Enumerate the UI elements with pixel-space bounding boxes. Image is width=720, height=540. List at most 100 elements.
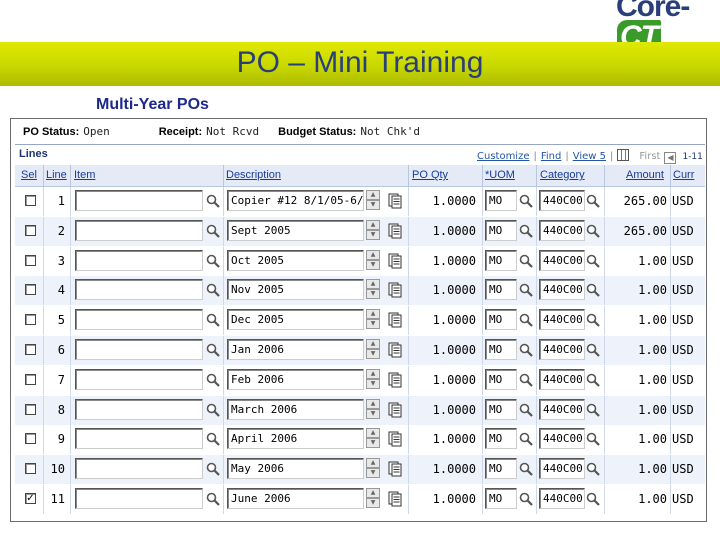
spinner-icon[interactable]: ▲ ▼ (366, 368, 380, 390)
document-icon[interactable] (388, 282, 402, 298)
description-input[interactable]: Dec 2005 (227, 309, 364, 331)
description-input[interactable]: April 2006 (227, 428, 364, 450)
category-input[interactable]: 440C00 (539, 368, 585, 390)
spinner-icon[interactable]: ▲ ▼ (366, 279, 380, 300)
item-input[interactable] (75, 398, 203, 420)
magnifier-icon[interactable] (519, 431, 533, 447)
magnifier-icon[interactable] (586, 282, 600, 298)
col-item[interactable]: Item (74, 169, 95, 181)
item-input[interactable] (75, 219, 203, 241)
magnifier-icon[interactable] (206, 282, 220, 298)
magnifier-icon[interactable] (586, 461, 600, 476)
uom-input[interactable]: MO (485, 339, 517, 360)
item-input[interactable] (75, 249, 203, 271)
magnifier-icon[interactable] (586, 372, 600, 387)
item-input[interactable] (75, 488, 203, 509)
uom-input[interactable]: MO (485, 190, 517, 211)
spinner-icon[interactable]: ▲ ▼ (366, 219, 380, 241)
category-input[interactable]: 440C00 (539, 428, 585, 450)
document-icon[interactable] (388, 253, 402, 269)
magnifier-icon[interactable] (206, 342, 220, 357)
uom-input[interactable]: MO (485, 279, 517, 301)
category-input[interactable]: 440C00 (539, 488, 585, 509)
magnifier-icon[interactable] (519, 461, 533, 476)
magnifier-icon[interactable] (586, 431, 600, 447)
document-icon[interactable] (388, 461, 402, 477)
magnifier-icon[interactable] (519, 402, 533, 417)
magnifier-icon[interactable] (586, 491, 600, 506)
uom-input[interactable]: MO (485, 309, 517, 331)
description-input[interactable]: Jan 2006 (227, 339, 364, 360)
magnifier-icon[interactable] (519, 312, 533, 327)
magnifier-icon[interactable] (586, 312, 600, 327)
description-input[interactable]: Copier #12 8/1/05-6/1/07 (227, 190, 364, 211)
item-input[interactable] (75, 458, 203, 480)
view-link[interactable]: View 5 (573, 151, 606, 162)
uom-input[interactable]: MO (485, 458, 517, 480)
uom-input[interactable]: MO (485, 488, 517, 509)
description-input[interactable]: Feb 2006 (227, 368, 364, 390)
magnifier-icon[interactable] (519, 223, 533, 238)
magnifier-icon[interactable] (586, 402, 600, 417)
description-input[interactable]: Nov 2005 (227, 279, 364, 301)
spinner-icon[interactable]: ▲ ▼ (366, 398, 380, 420)
category-input[interactable]: 440C00 (539, 339, 585, 360)
document-icon[interactable] (388, 342, 402, 358)
magnifier-icon[interactable] (586, 193, 600, 208)
item-input[interactable] (75, 309, 203, 331)
magnifier-icon[interactable] (206, 461, 220, 476)
magnifier-icon[interactable] (206, 253, 220, 268)
document-icon[interactable] (388, 193, 402, 209)
magnifier-icon[interactable] (206, 193, 220, 208)
magnifier-icon[interactable] (586, 253, 600, 268)
uom-input[interactable]: MO (485, 368, 517, 390)
magnifier-icon[interactable] (206, 491, 220, 506)
description-input[interactable]: Sept 2005 (227, 219, 364, 241)
item-input[interactable] (75, 368, 203, 390)
document-icon[interactable] (388, 312, 402, 328)
first-link[interactable]: First (639, 151, 660, 162)
category-input[interactable]: 440C00 (539, 398, 585, 420)
category-input[interactable]: 440C00 (539, 458, 585, 480)
col-category[interactable]: Category (540, 169, 585, 181)
grid-view-icon[interactable] (617, 149, 630, 161)
magnifier-icon[interactable] (519, 372, 533, 387)
magnifier-icon[interactable] (519, 491, 533, 506)
magnifier-icon[interactable] (519, 193, 533, 208)
spinner-icon[interactable]: ▲ ▼ (366, 309, 380, 330)
col-po-qty[interactable]: PO Qty (412, 169, 448, 181)
spinner-icon[interactable]: ▲ ▼ (366, 488, 380, 509)
description-input[interactable]: June 2006 (227, 488, 364, 509)
col-uom[interactable]: *UOM (485, 169, 515, 181)
find-link[interactable]: Find (541, 151, 562, 162)
category-input[interactable]: 440C00 (539, 309, 585, 331)
description-input[interactable]: Oct 2005 (227, 249, 364, 271)
magnifier-icon[interactable] (519, 282, 533, 298)
item-input[interactable] (75, 279, 203, 301)
uom-input[interactable]: MO (485, 219, 517, 241)
magnifier-icon[interactable] (206, 431, 220, 447)
arrow-left-icon[interactable]: ◀ (664, 152, 677, 164)
item-input[interactable] (75, 190, 203, 211)
description-input[interactable]: March 2006 (227, 398, 364, 420)
col-sel[interactable]: Sel (21, 169, 37, 181)
document-icon[interactable] (388, 223, 402, 239)
col-curr[interactable]: Curr (673, 169, 694, 181)
magnifier-icon[interactable] (206, 402, 220, 417)
uom-input[interactable]: MO (485, 428, 517, 450)
category-input[interactable]: 440C00 (539, 279, 585, 301)
magnifier-icon[interactable] (519, 342, 533, 357)
magnifier-icon[interactable] (206, 223, 220, 238)
category-input[interactable]: 440C00 (539, 249, 585, 271)
spinner-icon[interactable]: ▲ ▼ (366, 190, 380, 211)
magnifier-icon[interactable] (586, 223, 600, 238)
item-input[interactable] (75, 339, 203, 360)
col-description[interactable]: Description (226, 169, 281, 181)
document-icon[interactable] (388, 431, 402, 447)
spinner-icon[interactable]: ▲ ▼ (366, 339, 380, 360)
magnifier-icon[interactable] (519, 253, 533, 268)
magnifier-icon[interactable] (586, 342, 600, 357)
spinner-icon[interactable]: ▲ ▼ (366, 428, 380, 449)
document-icon[interactable] (388, 372, 402, 388)
spinner-icon[interactable]: ▲ ▼ (366, 249, 380, 271)
